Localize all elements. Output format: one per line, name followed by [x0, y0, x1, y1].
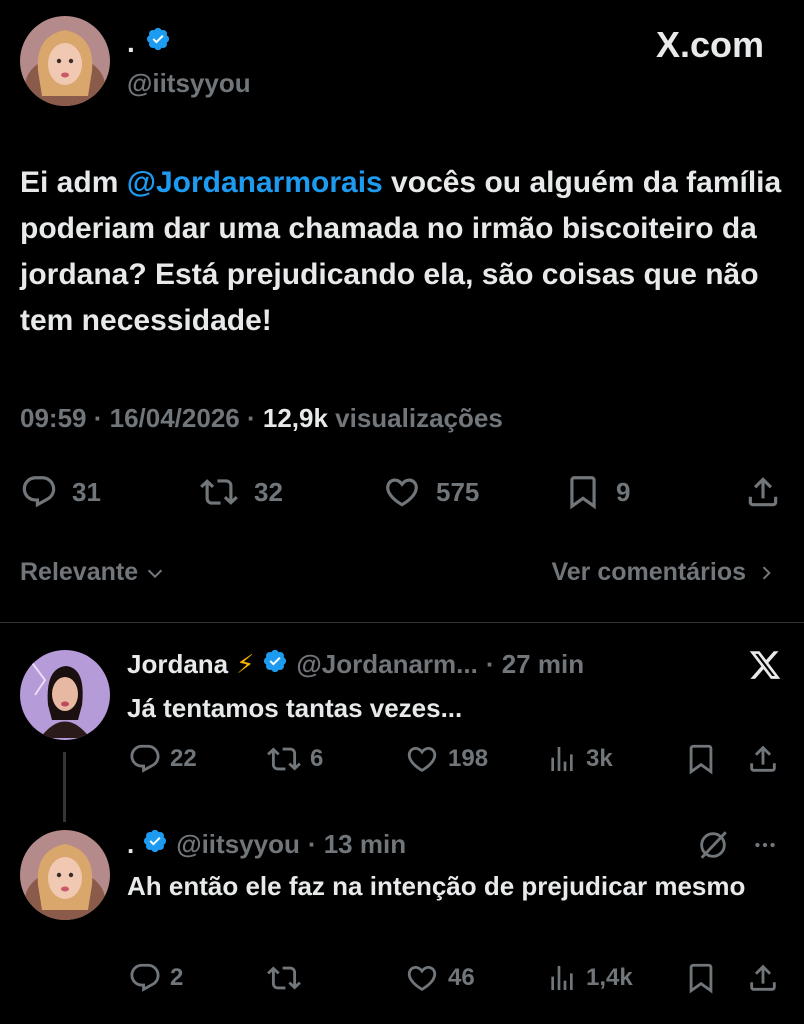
tweet-text-prefix: Ei adm	[20, 166, 127, 199]
reply-header: Jordana ⚡ @Jordanarm... · 27 min	[127, 648, 584, 681]
reply-count: 22	[170, 745, 197, 772]
views-count: 1,4k	[586, 964, 633, 991]
more-options-icon[interactable]	[748, 832, 782, 863]
reply-time[interactable]: · 13 min	[308, 829, 406, 860]
heart-icon	[386, 478, 418, 507]
repost-button[interactable]: 32	[198, 473, 283, 511]
thread-line	[63, 752, 66, 822]
display-name-text[interactable]: .	[127, 27, 135, 59]
handle[interactable]: @Jordanarm...	[296, 649, 477, 680]
heart-icon	[407, 746, 437, 772]
bookmark-icon	[689, 744, 713, 775]
views-label: visualizações	[327, 403, 503, 433]
reply-button[interactable]: 2	[128, 961, 183, 995]
sort-dropdown[interactable]: Relevante	[20, 558, 166, 587]
tweet-date[interactable]: 16/04/2026	[110, 403, 240, 433]
divider	[0, 622, 804, 623]
analytics-icon	[551, 747, 573, 771]
share-button[interactable]	[746, 961, 780, 995]
avatar[interactable]	[20, 650, 110, 740]
analytics-icon	[551, 966, 573, 990]
chevron-right-icon	[762, 565, 771, 580]
share-icon	[750, 964, 776, 991]
like-button[interactable]: 575	[382, 473, 479, 511]
reply-icon	[22, 476, 56, 508]
repost-icon	[200, 479, 238, 505]
view-comments-label: Ver comentários	[551, 558, 746, 586]
view-comments-link[interactable]: Ver comentários	[551, 558, 776, 587]
meta-separator: ·	[86, 403, 110, 433]
x-logo-icon	[748, 648, 782, 687]
display-name[interactable]: .	[127, 829, 134, 860]
x-brand-text: X.com	[655, 24, 764, 65]
bookmark-icon	[689, 963, 713, 994]
verified-badge-icon	[145, 26, 171, 59]
meta-separator: ·	[239, 403, 263, 433]
reply-count: 2	[170, 964, 184, 991]
bookmark-icon	[570, 476, 596, 510]
bookmark-button[interactable]: 9	[564, 473, 630, 511]
reply-text: Ah então ele faz na intenção de prejudic…	[127, 871, 746, 901]
reply-count: 31	[72, 476, 101, 507]
share-button[interactable]	[746, 742, 780, 776]
like-count: 198	[448, 745, 489, 772]
bookmark-count: 9	[616, 476, 631, 507]
verified-badge-icon	[142, 828, 168, 861]
tweet-meta: 09:59 · 16/04/2026 · 12,9k visualizações	[20, 403, 503, 434]
mention-link[interactable]: @Jordanarmorais	[127, 166, 383, 199]
like-button[interactable]: 46	[404, 961, 475, 995]
avatar[interactable]	[20, 16, 110, 106]
display-name[interactable]: .	[127, 26, 171, 59]
display-name[interactable]: Jordana	[127, 649, 228, 680]
tweet-text: Ei adm @Jordanarmorais vocês ou alguém d…	[20, 160, 790, 344]
like-count: 46	[448, 964, 475, 991]
views-button[interactable]: 3k	[546, 742, 613, 776]
reply-time[interactable]: · 27 min	[486, 649, 584, 680]
share-icon	[750, 745, 776, 772]
like-count: 575	[436, 476, 480, 507]
share-icon	[748, 477, 778, 507]
sort-label: Relevante	[20, 558, 139, 586]
share-button[interactable]	[744, 473, 782, 511]
repost-icon	[267, 747, 301, 771]
views-button[interactable]: 1,4k	[546, 961, 633, 995]
repost-button[interactable]: 6	[266, 742, 323, 776]
x-logo: X.com	[656, 24, 764, 66]
verified-badge-icon	[262, 648, 288, 681]
avatar[interactable]	[20, 830, 110, 920]
heart-icon	[407, 965, 437, 991]
reply-text: Já tentamos tantas vezes...	[127, 693, 463, 723]
lightning-emoji-icon: ⚡	[236, 649, 255, 679]
reply-button[interactable]: 22	[128, 742, 197, 776]
repost-count: 6	[310, 745, 324, 772]
tweet-time[interactable]: 09:59	[20, 403, 87, 433]
views-count: 12,9k	[262, 403, 328, 433]
repost-button[interactable]	[266, 961, 310, 995]
reply-icon	[130, 963, 160, 992]
views-count: 3k	[586, 745, 613, 772]
like-button[interactable]: 198	[404, 742, 488, 776]
bookmark-button[interactable]	[684, 961, 718, 995]
repost-icon	[267, 966, 301, 990]
repost-count: 32	[254, 476, 283, 507]
chevron-down-icon	[147, 569, 163, 578]
handle[interactable]: @iitsyyou	[176, 829, 300, 860]
handle[interactable]: @iitsyyou	[127, 68, 251, 99]
grok-icon[interactable]	[696, 828, 730, 867]
reply-button[interactable]: 31	[20, 473, 101, 511]
bookmark-button[interactable]	[684, 742, 718, 776]
reply-icon	[130, 744, 160, 773]
reply-header: . @iitsyyou · 13 min	[127, 828, 406, 861]
